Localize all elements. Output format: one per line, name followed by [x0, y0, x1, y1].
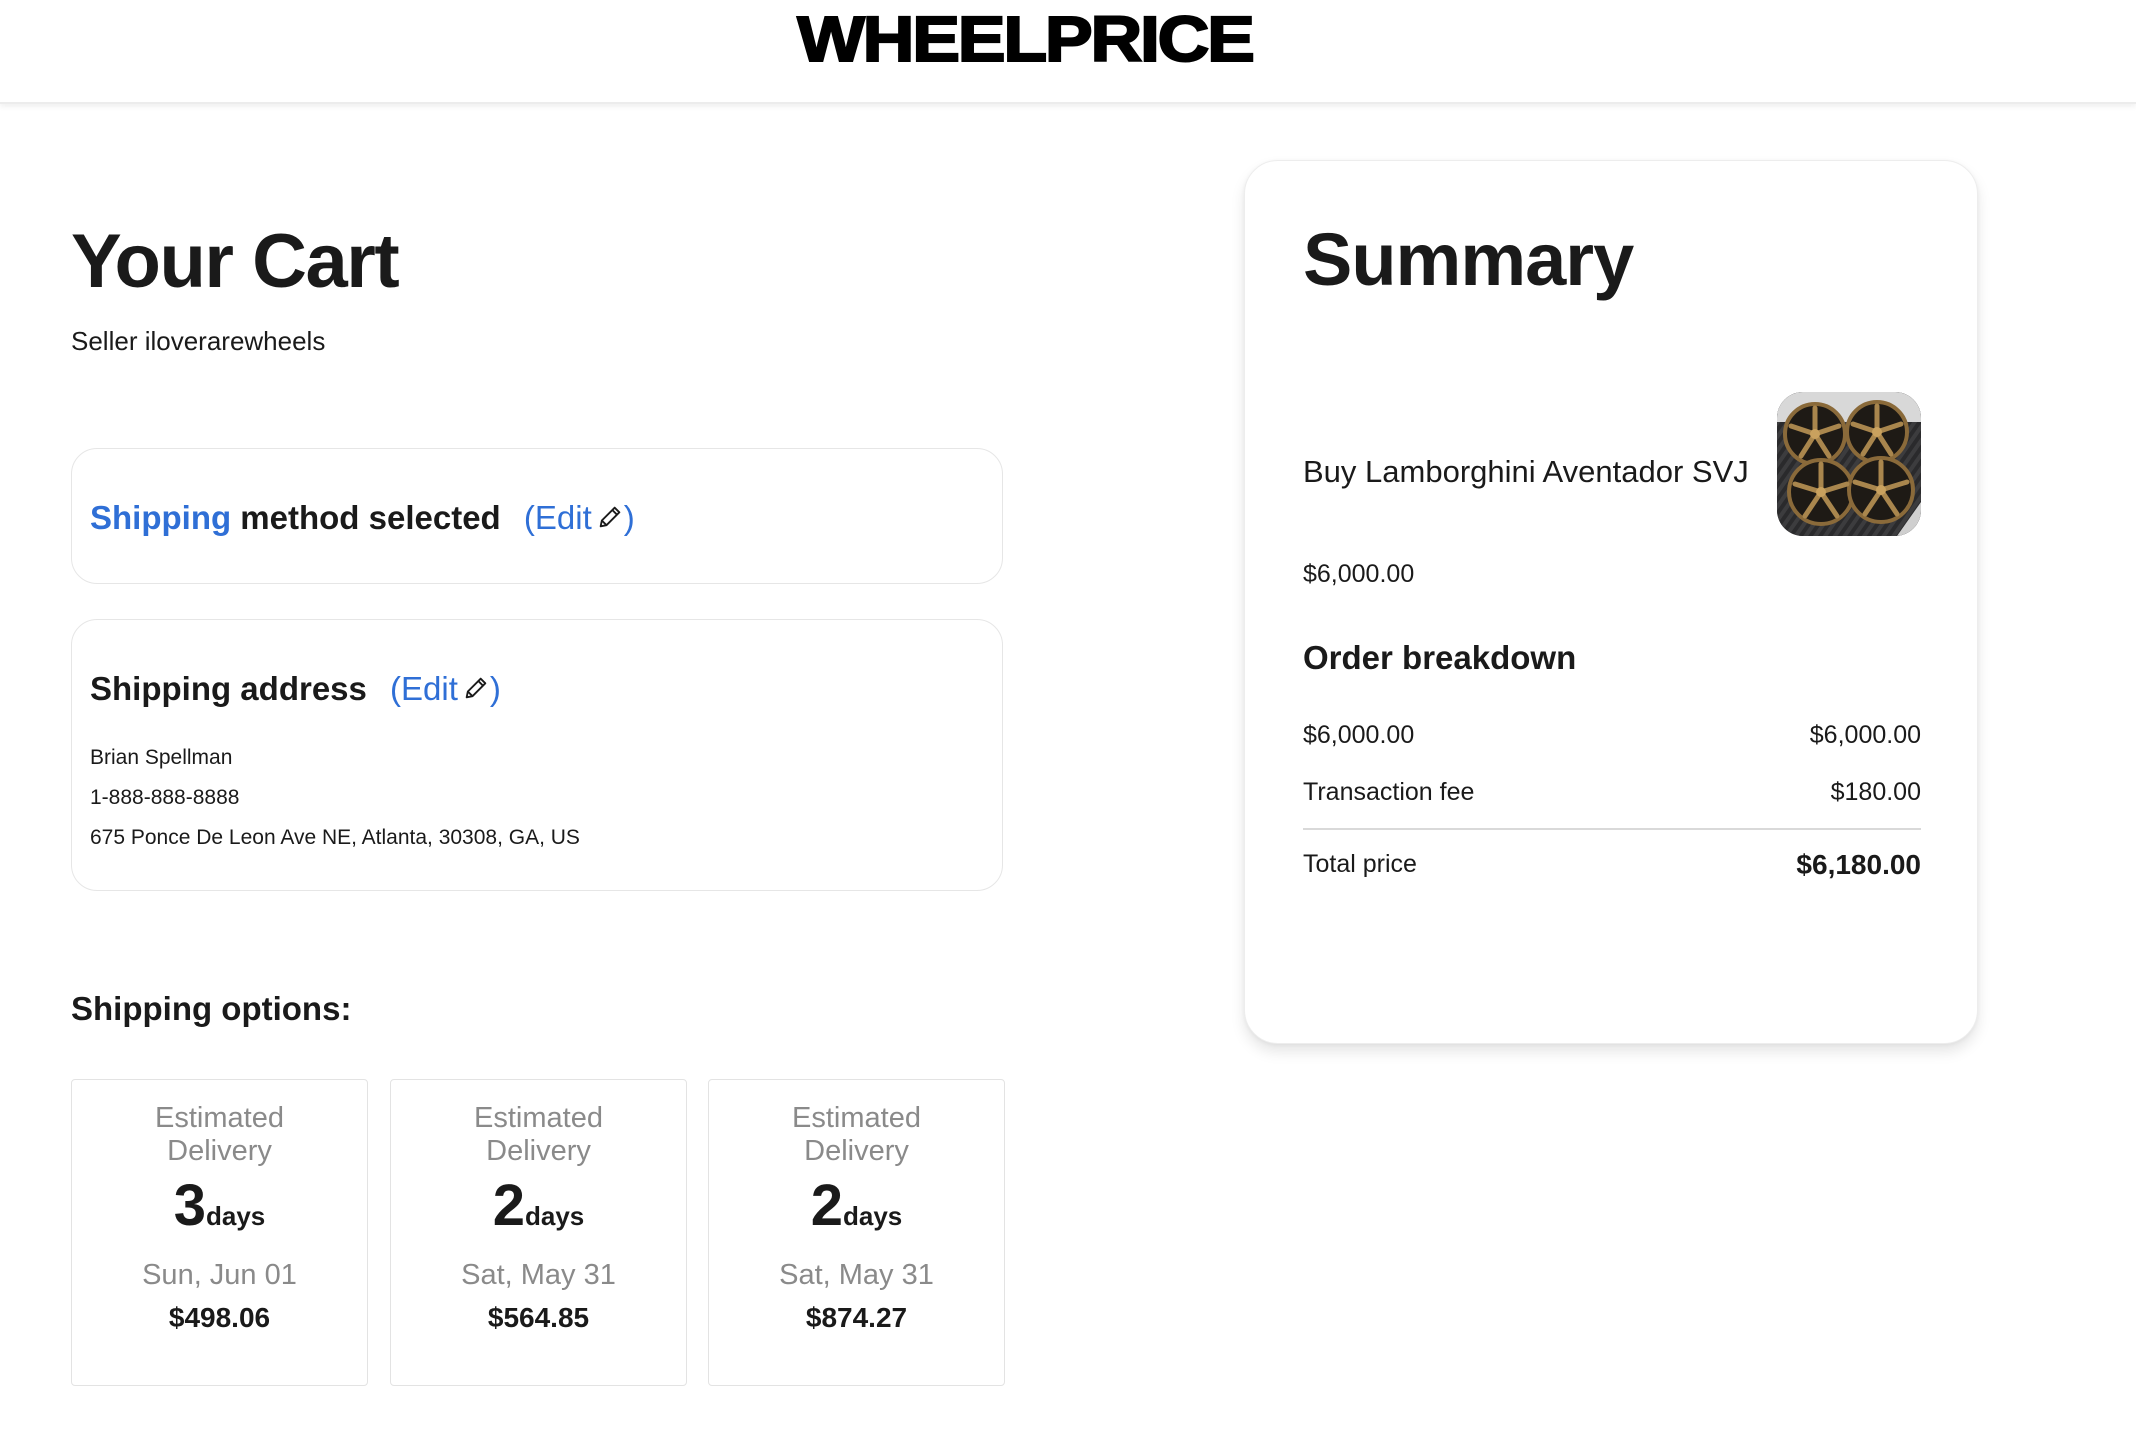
- product-thumbnail[interactable]: [1777, 392, 1921, 536]
- delivery-days: 3days: [173, 1173, 266, 1238]
- edit-shipping-method-link[interactable]: (Edit): [524, 499, 635, 536]
- shipping-options-title: Shipping options:: [71, 990, 352, 1027]
- total-label: Total price: [1303, 850, 1417, 878]
- wheels-product-image: [1777, 392, 1921, 536]
- address-street: 675 Ponce De Leon Ave NE, Atlanta, 30308…: [90, 826, 580, 849]
- shipping-address-label: Shipping address: [90, 670, 367, 707]
- site-header: WHEELPRICE: [0, 0, 2136, 104]
- estimated-delivery-label: Estimated Delivery: [792, 1102, 921, 1167]
- shipping-address-card: Shipping address (Edit) Brian Spellman 1…: [71, 619, 1003, 891]
- edit-label: (Edit: [390, 670, 458, 707]
- shipping-price: $874.27: [805, 1302, 908, 1333]
- page-title: Your Cart: [71, 219, 400, 304]
- delivery-days: 2days: [492, 1173, 585, 1238]
- row-value: $6,000.00: [1809, 721, 1921, 749]
- shipping-method-heading: Shipping method selected (Edit): [90, 499, 635, 537]
- summary-card: Summary Buy Lamborghini Aventador SVJ $6…: [1244, 160, 1978, 1044]
- row-label: $6,000.00: [1303, 721, 1415, 749]
- row-label: Transaction fee: [1303, 778, 1475, 806]
- delivery-date: Sun, Jun 01: [142, 1259, 297, 1291]
- address-phone: 1-888-888-8888: [90, 786, 240, 809]
- edit-shipping-address-link[interactable]: (Edit): [390, 670, 501, 707]
- breakdown-divider: [1303, 828, 1921, 830]
- product-name[interactable]: Buy Lamborghini Aventador SVJ: [1303, 454, 1749, 490]
- shipping-price: $498.06: [168, 1302, 271, 1333]
- total-value: $6,180.00: [1796, 849, 1921, 880]
- edit-label: (Edit: [523, 499, 592, 536]
- delivery-date: Sat, May 31: [779, 1259, 934, 1291]
- delivery-date: Sat, May 31: [461, 1259, 616, 1291]
- seller-name: Seller iloverarewheels: [71, 326, 326, 356]
- shipping-method-label: method selected: [231, 499, 501, 536]
- estimated-delivery-label: Estimated Delivery: [474, 1102, 603, 1167]
- shipping-address-heading: Shipping address (Edit): [90, 670, 501, 708]
- pencil-icon: [465, 677, 487, 699]
- address-name: Brian Spellman: [90, 746, 233, 769]
- shipping-option-1[interactable]: Estimated Delivery 3days Sun, Jun 01 $498…: [71, 1079, 368, 1386]
- row-value: $180.00: [1830, 778, 1921, 806]
- shipping-price: $564.85: [487, 1302, 590, 1333]
- shipping-method-card: Shipping method selected (Edit): [71, 448, 1003, 584]
- wheelprice-logo[interactable]: WHEELPRICE: [0, 2, 2136, 76]
- shipping-option-2[interactable]: Estimated Delivery 2days Sat, May 31 $564…: [390, 1079, 687, 1386]
- pencil-icon: [599, 506, 621, 528]
- shipping-method-accent: Shipping: [90, 499, 232, 536]
- shipping-option-3[interactable]: Estimated Delivery 2days Sat, May 31 $874…: [708, 1079, 1005, 1386]
- summary-title: Summary: [1303, 218, 1634, 301]
- delivery-days: 2days: [810, 1173, 903, 1238]
- edit-close: ): [489, 670, 501, 707]
- edit-close: ): [623, 499, 635, 536]
- product-price: $6,000.00: [1303, 560, 1415, 588]
- estimated-delivery-label: Estimated Delivery: [155, 1102, 284, 1167]
- order-breakdown-title: Order breakdown: [1303, 639, 1577, 676]
